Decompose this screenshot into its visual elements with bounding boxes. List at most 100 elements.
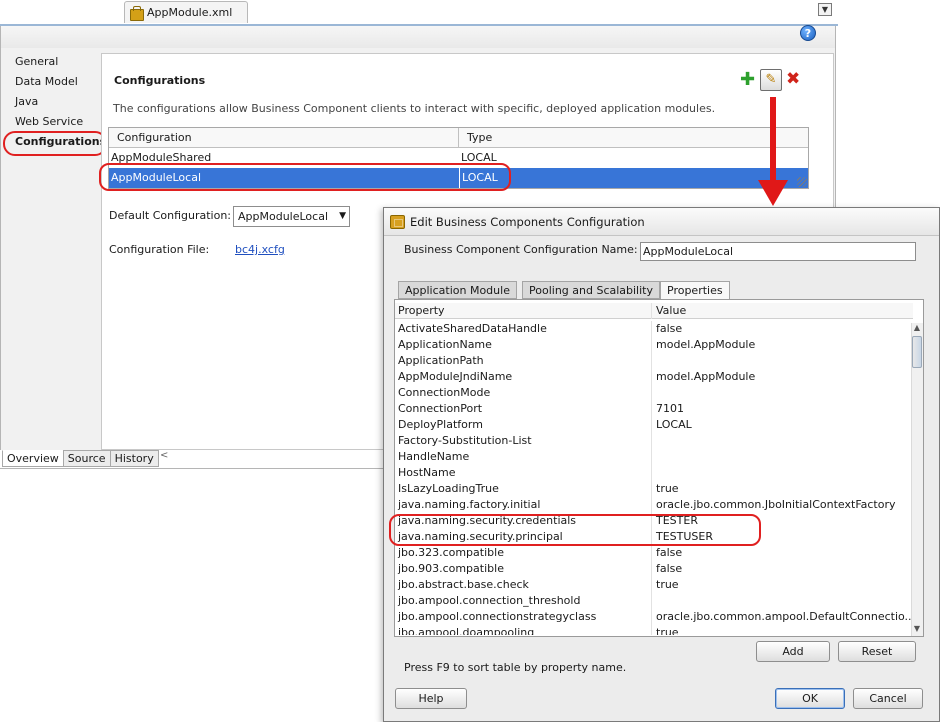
default-configuration-value: AppModuleLocal [238,210,328,223]
column-header-type[interactable]: Type [459,128,808,148]
resize-grip-icon[interactable] [797,177,807,187]
column-header-property[interactable]: Property [395,303,652,319]
property-value[interactable]: false [653,545,913,561]
table-row[interactable]: HostName [395,465,913,481]
property-name: java.naming.factory.initial [395,497,652,513]
cancel-button[interactable]: Cancel [853,688,923,709]
add-property-button[interactable]: Add [756,641,830,662]
nav-item-general[interactable]: General [15,55,58,68]
scroll-up-icon[interactable]: ▲ [911,323,923,333]
property-name: DeployPlatform [395,417,652,433]
properties-table: Property Value ActivateSharedDataHandle f… [395,303,913,635]
property-value[interactable]: oracle.jbo.common.JboInitialContextFacto… [653,497,913,513]
nav-item-web-service[interactable]: Web Service [15,115,83,128]
tab-history[interactable]: History [109,450,159,467]
property-name: ApplicationName [395,337,652,353]
tab-pooling-and-scalability[interactable]: Pooling and Scalability [522,281,660,299]
annotation-arrow-head [758,180,788,206]
configuration-name-input[interactable]: AppModuleLocal [640,242,916,261]
property-name: ConnectionMode [395,385,652,401]
property-value[interactable] [653,433,913,449]
table-row[interactable]: jbo.903.compatible false [395,561,913,577]
property-value[interactable]: true [653,481,913,497]
scrollbar-thumb[interactable] [912,336,922,368]
tab-overview[interactable]: Overview [2,450,64,467]
table-row[interactable]: jbo.ampool.doampooling true [395,625,913,635]
scroll-left-icon[interactable]: < [160,450,168,461]
properties-scrollbar[interactable] [911,323,923,636]
table-row[interactable]: jbo.ampool.connectionstrategyclass oracle… [395,609,913,625]
table-row[interactable]: ActivateSharedDataHandle false [395,321,913,337]
property-value[interactable]: false [653,321,913,337]
tab-list-dropdown-icon[interactable]: ▼ [818,3,832,16]
table-row[interactable]: Factory-Substitution-List [395,433,913,449]
table-row[interactable]: ConnectionMode [395,385,913,401]
annotation-circle-nav [3,131,107,156]
property-name: ActivateSharedDataHandle [395,321,652,337]
property-value[interactable]: true [653,577,913,593]
help-icon[interactable]: ? [800,25,816,41]
property-value[interactable]: LOCAL [653,417,913,433]
configuration-file-link[interactable]: bc4j.xcfg [235,243,285,256]
table-row[interactable]: IsLazyLoadingTrue true [395,481,913,497]
chevron-down-icon: ▼ [339,211,346,221]
scroll-down-icon[interactable]: ▼ [911,623,923,635]
delete-icon[interactable]: ✖ [786,70,800,88]
property-value[interactable]: model.AppModule [653,337,913,353]
property-name: jbo.903.compatible [395,561,652,577]
reset-button[interactable]: Reset [838,641,916,662]
table-row[interactable]: ConnectionPort 7101 [395,401,913,417]
annotation-arrow-shaft [770,97,776,182]
help-button[interactable]: Help [395,688,467,709]
tab-properties[interactable]: Properties [660,281,730,300]
tab-source[interactable]: Source [62,450,111,467]
default-configuration-label: Default Configuration: [109,209,231,222]
property-value[interactable] [653,465,913,481]
property-name: HandleName [395,449,652,465]
property-name: jbo.ampool.connection_threshold [395,593,652,609]
file-tab-label: AppModule.xml [147,6,233,19]
table-row[interactable]: java.naming.factory.initial oracle.jbo.co… [395,497,913,513]
file-tab-appmodule[interactable]: AppModule.xml [124,1,248,23]
column-header-value[interactable]: Value [653,303,913,319]
property-name: HostName [395,465,652,481]
add-icon[interactable]: ✚ [740,71,755,89]
property-value[interactable] [653,385,913,401]
property-value[interactable]: oracle.jbo.common.ampool.DefaultConnecti… [653,609,913,625]
editor-bottom-tabs: Overview Source History [2,450,159,467]
column-header-configuration[interactable]: Configuration [109,128,459,148]
property-value[interactable]: model.AppModule [653,369,913,385]
annotation-circle-security-properties [389,514,761,546]
dialog-title: Edit Business Components Configuration [410,215,645,229]
table-row[interactable]: ApplicationName model.AppModule [395,337,913,353]
annotation-circle-row [99,163,511,191]
default-configuration-select[interactable]: AppModuleLocal ▼ [233,206,350,227]
table-header-row: Property Value [395,303,913,319]
property-value[interactable] [653,449,913,465]
sort-hint-text: Press F9 to sort table by property name. [404,661,627,674]
table-row[interactable]: DeployPlatform LOCAL [395,417,913,433]
property-name: jbo.ampool.doampooling [395,625,652,635]
configuration-name-label: Business Component Configuration Name: [404,243,638,256]
table-row[interactable]: jbo.abstract.base.check true [395,577,913,593]
table-row[interactable]: jbo.323.compatible false [395,545,913,561]
section-description: The configurations allow Business Compon… [113,102,716,115]
property-name: jbo.323.compatible [395,545,652,561]
property-value[interactable]: false [653,561,913,577]
property-value[interactable]: 7101 [653,401,913,417]
property-name: jbo.ampool.connectionstrategyclass [395,609,652,625]
nav-item-data-model[interactable]: Data Model [15,75,78,88]
property-value[interactable] [653,593,913,609]
property-value[interactable]: true [653,625,913,635]
nav-item-java[interactable]: Java [15,95,38,108]
table-row[interactable]: HandleName [395,449,913,465]
property-name: jbo.abstract.base.check [395,577,652,593]
tab-application-module[interactable]: Application Module [398,281,517,299]
table-row[interactable]: AppModuleJndiName model.AppModule [395,369,913,385]
property-value[interactable] [653,353,913,369]
ok-button[interactable]: OK [775,688,845,709]
edit-button[interactable]: ✎ [760,69,782,91]
table-row[interactable]: jbo.ampool.connection_threshold [395,593,913,609]
table-row[interactable]: ApplicationPath [395,353,913,369]
section-title: Configurations [114,74,206,87]
